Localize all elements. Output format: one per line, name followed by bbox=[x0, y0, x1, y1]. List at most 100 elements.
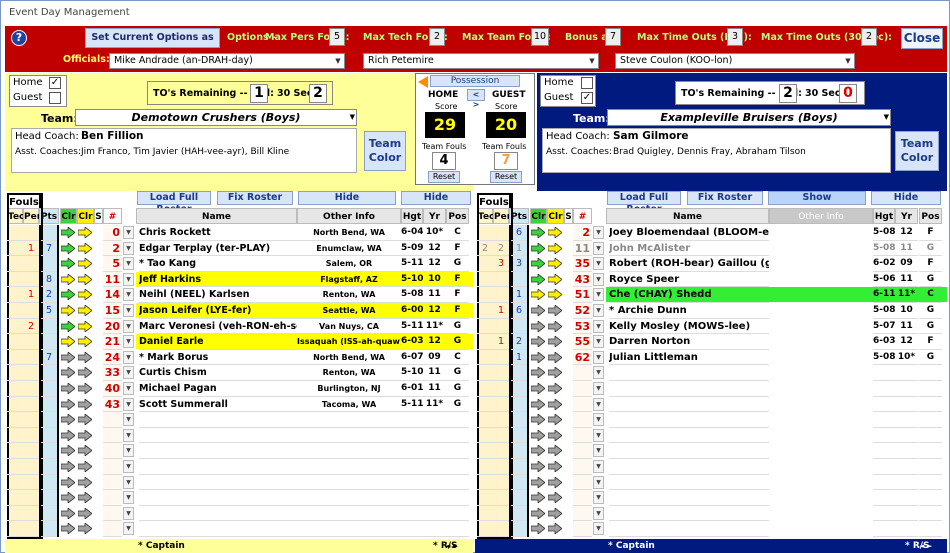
guest-load-button[interactable]: Load Full Roster bbox=[607, 191, 681, 215]
home-name-cell[interactable]: Chris Rockett bbox=[139, 225, 297, 241]
guest-table-row[interactable]: 53 ▼ Kelly Mosley (MOWS-lee) 5-07 11 G bbox=[475, 319, 947, 335]
guest-name-cell[interactable]: Che (CHAY) Shedd bbox=[609, 287, 769, 303]
guest-hgt-cell[interactable]: 5-08 bbox=[873, 303, 895, 319]
guest-num-cell[interactable] bbox=[573, 521, 592, 537]
guest-per-cell[interactable] bbox=[493, 365, 509, 381]
home-hide-button-2[interactable]: Hide bbox=[401, 191, 471, 205]
home-num-cell[interactable]: 21 bbox=[103, 334, 122, 350]
home-hgt-cell[interactable]: 5-11 bbox=[401, 319, 423, 335]
guest-checkbox[interactable]: ✓ bbox=[581, 92, 593, 104]
guest-name-cell[interactable]: Royce Speer bbox=[609, 272, 769, 288]
max-pers-fouls-field[interactable]: 5 bbox=[329, 28, 345, 46]
home-pts-cell[interactable] bbox=[41, 412, 57, 428]
home-per-cell[interactable] bbox=[23, 334, 39, 350]
guest-tec-cell[interactable] bbox=[477, 475, 493, 491]
guest-num-cell[interactable]: 11 bbox=[573, 241, 592, 257]
guest-name-cell[interactable] bbox=[609, 521, 769, 537]
guest-per-cell[interactable] bbox=[493, 350, 509, 366]
home-yr-cell[interactable]: 11 bbox=[423, 381, 446, 397]
guest-table-row[interactable]: 43 ▼ Royce Speer 5-06 11 G bbox=[475, 272, 947, 288]
guest-chevron-down-icon[interactable]: ▼ bbox=[593, 491, 604, 505]
home-hgt-cell[interactable]: 5-11 bbox=[401, 397, 423, 413]
home-name-cell[interactable]: * Tao Kang bbox=[139, 256, 297, 272]
home-arrow-icon[interactable] bbox=[77, 444, 93, 458]
home-pts-cell[interactable] bbox=[41, 365, 57, 381]
home-chevron-down-icon[interactable]: ▼ bbox=[123, 397, 134, 411]
guest-pos-cell[interactable] bbox=[919, 459, 942, 475]
home-arrow-icon[interactable] bbox=[77, 257, 93, 271]
guest-tec-cell[interactable] bbox=[477, 287, 493, 303]
guest-yr-cell[interactable] bbox=[895, 443, 918, 459]
guest-pos-cell[interactable] bbox=[919, 381, 942, 397]
home-chevron-down-icon[interactable]: ▼ bbox=[123, 272, 134, 286]
team-select[interactable]: Exampleville Bruisers (Boys) ▼ bbox=[607, 109, 891, 126]
guest-pts-cell[interactable] bbox=[511, 381, 527, 397]
guest-table-row[interactable]: ▼ bbox=[475, 412, 947, 428]
home-pos-cell[interactable] bbox=[446, 521, 469, 537]
home-yr-cell[interactable]: 09 bbox=[423, 350, 446, 366]
home-pts-cell[interactable] bbox=[41, 428, 57, 444]
guest-name-cell[interactable]: Kelly Mosley (MOWS-lee) bbox=[609, 319, 769, 335]
home-pts-cell[interactable] bbox=[41, 225, 57, 241]
guest-pos-cell[interactable]: G bbox=[919, 241, 942, 257]
guest-pts-cell[interactable] bbox=[511, 459, 527, 475]
home-hgt-cell[interactable] bbox=[401, 459, 423, 475]
guest-tec-cell[interactable] bbox=[477, 256, 493, 272]
guest-arrow-icon[interactable] bbox=[547, 397, 563, 411]
home-per-cell[interactable] bbox=[23, 490, 39, 506]
guest-pts-cell[interactable]: 2 bbox=[511, 334, 527, 350]
home-name-cell[interactable] bbox=[139, 506, 297, 522]
guest-tec-cell[interactable] bbox=[477, 350, 493, 366]
guest-hgt-cell[interactable]: 6-11 bbox=[873, 287, 895, 303]
guest-name-cell[interactable] bbox=[609, 365, 769, 381]
guest-num-cell[interactable] bbox=[573, 428, 592, 444]
home-pts-cell[interactable] bbox=[41, 506, 57, 522]
home-info-cell[interactable] bbox=[297, 490, 401, 506]
home-pos-cell[interactable]: F bbox=[446, 241, 469, 257]
guest-name-cell[interactable]: John McAlister bbox=[609, 241, 769, 257]
home-pos-cell[interactable]: G bbox=[446, 381, 469, 397]
home-hgt-cell[interactable]: 5-10 bbox=[401, 272, 423, 288]
guest-num-cell[interactable] bbox=[573, 506, 592, 522]
guest-hide-button[interactable]: Hide bbox=[871, 191, 941, 205]
guest-arrow-icon[interactable] bbox=[530, 382, 546, 395]
guest-arrow-icon[interactable] bbox=[547, 257, 563, 271]
max-tech-fouls-field[interactable]: 2 bbox=[429, 28, 445, 46]
guest-chevron-down-icon[interactable]: ▼ bbox=[593, 522, 604, 536]
home-hgt-cell[interactable] bbox=[401, 521, 423, 537]
guest-arrow-icon[interactable] bbox=[547, 413, 563, 427]
home-chevron-down-icon[interactable]: ▼ bbox=[123, 226, 134, 239]
guest-chevron-down-icon[interactable]: ▼ bbox=[593, 350, 604, 364]
guest-arrow-icon[interactable] bbox=[530, 335, 546, 349]
home-pts-cell[interactable] bbox=[41, 475, 57, 491]
guest-pos-cell[interactable]: F bbox=[919, 334, 942, 350]
home-tec-cell[interactable] bbox=[7, 490, 23, 506]
home-per-cell[interactable] bbox=[23, 272, 39, 288]
home-arrow-icon[interactable] bbox=[60, 382, 76, 395]
home-hgt-cell[interactable]: 6-04 bbox=[401, 225, 423, 241]
guest-table-row[interactable]: ▼ bbox=[475, 506, 947, 522]
guest-name-cell[interactable] bbox=[609, 428, 769, 444]
home-arrow-icon[interactable] bbox=[60, 444, 76, 458]
guest-hgt-cell[interactable] bbox=[873, 521, 895, 537]
guest-hgt-cell[interactable] bbox=[873, 490, 895, 506]
home-num-cell[interactable] bbox=[103, 506, 122, 522]
guest-table-row[interactable]: 2 2 1 11 ▼ John McAlister 5-08 11 G bbox=[475, 241, 947, 257]
guest-tec-cell[interactable] bbox=[477, 490, 493, 506]
home-per-cell[interactable] bbox=[23, 225, 39, 241]
home-table-row[interactable]: ▼ bbox=[5, 521, 473, 537]
guest-num-cell[interactable] bbox=[573, 397, 592, 413]
guest-yr-cell[interactable]: 11 bbox=[895, 241, 918, 257]
home-pos-cell[interactable]: G bbox=[446, 256, 469, 272]
guest-pts-cell[interactable] bbox=[511, 397, 527, 413]
guest-yr-cell[interactable] bbox=[895, 412, 918, 428]
home-table-row[interactable]: 0 ▼ Chris Rockett North Bend, WA 6-04 10* C bbox=[5, 225, 473, 241]
home-info-cell[interactable] bbox=[297, 428, 401, 444]
guest-chevron-down-icon[interactable]: ▼ bbox=[593, 304, 604, 317]
home-hgt-cell[interactable] bbox=[401, 506, 423, 522]
guest-per-cell[interactable] bbox=[493, 225, 509, 241]
home-pos-cell[interactable]: F bbox=[446, 287, 469, 303]
guest-hgt-cell[interactable]: 5-07 bbox=[873, 319, 895, 335]
home-num-cell[interactable]: 33 bbox=[103, 365, 122, 381]
guest-pts-cell[interactable]: 1 bbox=[511, 287, 527, 303]
